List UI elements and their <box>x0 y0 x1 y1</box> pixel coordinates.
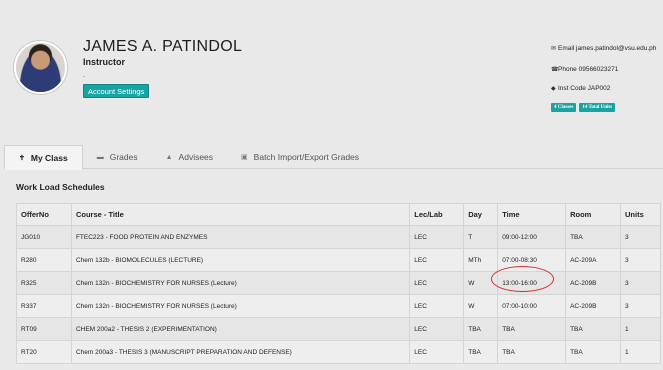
inst-code-text: Inst Code JAP002 <box>558 85 611 92</box>
envelope-icon: ✉ <box>551 46 557 52</box>
cell-course: CHEM 200a2 - THESIS 2 (EXPERIMENTATION) <box>70 317 411 341</box>
cell-course: Chem 132n - BIOCHEMISTRY FOR NURSES (Lec… <box>70 271 411 295</box>
col-day: Day <box>463 203 499 226</box>
cell-time: TBA <box>497 317 567 341</box>
cell-leclab: LEC <box>409 248 465 272</box>
tab-bar: ✝ My Class ▬ Grades ▲ Advisees ▣ Batch Impor… <box>4 145 663 170</box>
email-text: Email james.patindol@vsu.edu.ph <box>558 45 657 52</box>
col-lec-lab: Lec/Lab <box>409 203 465 226</box>
tab-label: My Class <box>30 152 68 163</box>
cell-time: TBA <box>497 340 567 364</box>
info-email: ✉ Email james.patindol@vsu.edu.ph <box>551 45 656 52</box>
cell-day: W <box>463 271 499 295</box>
cell-time: 07:00-08:30 <box>497 248 567 272</box>
col-time: Time <box>497 203 567 226</box>
profile-dot: . <box>83 72 85 79</box>
tab-grades[interactable]: ▬ Grades <box>83 145 152 169</box>
cell-units: 3 <box>620 248 661 272</box>
folder-icon: ▬ <box>96 153 104 161</box>
cell-time: 09:00-12:00 <box>497 225 567 249</box>
cell-day: T <box>463 225 499 249</box>
cell-units: 1 <box>620 340 661 364</box>
col-room: Room <box>565 203 621 226</box>
cell-offerno: JG010 <box>16 225 72 249</box>
tab-label: Batch Import/Export Grades <box>253 152 360 162</box>
profile-header: JAMES A. PATINDOL Instructor . Account S… <box>0 0 663 142</box>
cell-time: 07:00-10:00 <box>497 294 567 318</box>
tag-icon: ◆ <box>551 86 556 92</box>
cell-day: MTh <box>463 248 499 272</box>
badges: 4 Classes 14 Total Units <box>551 103 616 112</box>
table-row[interactable]: JG010 FTEC223 - FOOD PROTEIN AND ENZYMES… <box>16 225 661 249</box>
tab-label: Grades <box>109 152 138 162</box>
cell-offerno: R337 <box>16 294 72 318</box>
avatar <box>14 41 67 94</box>
cell-offerno: RT09 <box>16 317 72 341</box>
cell-leclab: LEC <box>409 271 465 295</box>
cell-day: W <box>463 294 499 318</box>
cell-units: 3 <box>620 271 661 295</box>
table-row[interactable]: RT20 Chem 200a3 - THESIS 3 (MANUSCRIPT P… <box>16 340 661 364</box>
cell-offerno: R325 <box>16 271 72 295</box>
cell-time: 13:00-16:00 <box>497 271 567 295</box>
cell-leclab: LEC <box>409 294 465 318</box>
table-row[interactable]: R337 Chem 132n - BIOCHEMISTRY FOR NURSES… <box>16 294 661 318</box>
cell-leclab: LEC <box>409 317 465 341</box>
tab-advisees[interactable]: ▲ Advisees <box>152 145 227 169</box>
cell-units: 3 <box>620 294 661 318</box>
cell-course: Chem 132b - BIOMOLECULES (LECTURE) <box>70 248 411 272</box>
table-row[interactable]: RT09 CHEM 200a2 - THESIS 2 (EXPERIMENTAT… <box>16 317 661 341</box>
cell-room: TBA <box>565 340 621 364</box>
cell-room: TBA <box>565 317 621 341</box>
table-row[interactable]: R325 Chem 132n - BIOCHEMISTRY FOR NURSES… <box>16 271 661 295</box>
instructor-name: JAMES A. PATINDOL <box>83 38 243 55</box>
phone-icon: ☎ <box>551 67 559 73</box>
thumbs-up-icon: ▲ <box>165 153 173 161</box>
tab-my-class[interactable]: ✝ My Class <box>4 145 83 170</box>
cell-units: 1 <box>620 317 661 341</box>
units-badge: 14 Total Units <box>579 103 616 112</box>
cell-day: TBA <box>463 317 499 341</box>
col-units: Units <box>620 203 661 226</box>
cell-offerno: R280 <box>16 248 72 272</box>
table-row[interactable]: R280 Chem 132b - BIOMOLECULES (LECTURE) … <box>16 248 661 272</box>
account-settings-button[interactable]: Account Settings <box>83 84 150 98</box>
tab-label: Advisees <box>178 152 214 162</box>
cell-units: 3 <box>620 225 661 249</box>
info-inst-code: ◆ Inst Code JAP002 <box>551 85 610 92</box>
instructor-role: Instructor <box>83 57 126 67</box>
cell-room: AC-209B <box>565 271 621 295</box>
cell-course: Chem 132n - BIOCHEMISTRY FOR NURSES (Lec… <box>70 294 411 318</box>
cell-course: FTEC223 - FOOD PROTEIN AND ENZYMES <box>70 225 411 249</box>
cell-offerno: RT20 <box>16 340 72 364</box>
cell-day: TBA <box>463 340 499 364</box>
col-course-title: Course - Title <box>70 203 411 226</box>
cell-room: TBA <box>565 225 621 249</box>
info-phone: ☎Phone 09566023271 <box>551 66 618 73</box>
cell-room: AC-209B <box>565 294 621 318</box>
cell-room: AC-209A <box>565 248 621 272</box>
section-title: Work Load Schedules <box>16 182 105 192</box>
workload-table: OfferNo Course - Title Lec/Lab Day Time … <box>16 203 661 364</box>
phone-text: Phone 09566023271 <box>558 66 619 73</box>
table-header-row: OfferNo Course - Title Lec/Lab Day Time … <box>16 203 661 226</box>
col-offerno: OfferNo <box>16 203 72 226</box>
classes-badge: 4 Classes <box>551 103 577 112</box>
cell-leclab: LEC <box>409 225 465 249</box>
cell-course: Chem 200a3 - THESIS 3 (MANUSCRIPT PREPAR… <box>70 340 411 364</box>
image-icon: ▣ <box>241 154 248 161</box>
tab-batch-import-export[interactable]: ▣ Batch Import/Export Grades <box>227 145 373 169</box>
workload-table-wrap: OfferNo Course - Title Lec/Lab Day Time … <box>16 203 661 364</box>
cell-leclab: LEC <box>409 340 465 364</box>
pin-icon: ✝ <box>19 154 25 162</box>
